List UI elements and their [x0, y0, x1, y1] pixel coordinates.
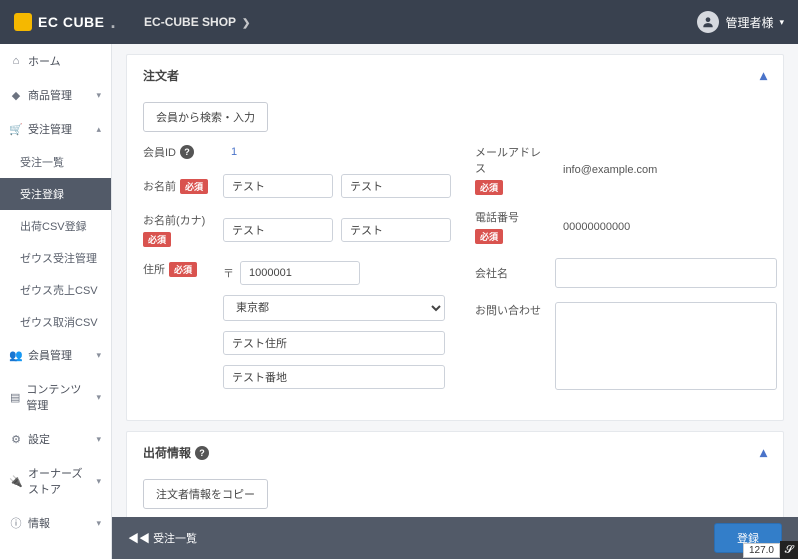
chevron-down-icon: ▾ — [96, 392, 101, 403]
double-chevron-left-icon: ◀◀ — [128, 533, 150, 545]
required-badge: 必須 — [475, 229, 503, 244]
required-badge: 必須 — [180, 179, 208, 194]
sidebar-item-ownerstore[interactable]: 🔌 オーナーズストア ▾ — [0, 456, 111, 506]
label-company: 会社名 — [475, 265, 547, 281]
panel-shipping-header: 出荷情報 ? ▴ — [127, 432, 783, 473]
main-content: 注文者 ▴ 会員から検索・入力 会員ID ? 1 — [112, 44, 798, 559]
zip-input[interactable] — [240, 261, 360, 285]
email-value: info@example.com — [555, 164, 657, 176]
label-address: 住所 必須 — [143, 261, 215, 277]
chevron-down-icon: ▾ — [96, 476, 101, 487]
sidebar-item-members[interactable]: 👥 会員管理 ▾ — [0, 338, 111, 372]
debug-toolbar[interactable]: 127.0 𝓢 — [743, 541, 798, 559]
sidebar-item-content[interactable]: ▤ コンテンツ管理 ▾ — [0, 372, 111, 422]
sidebar-item-info[interactable]: ⓘ 情報 ▾ — [0, 506, 111, 540]
info-icon: ⓘ — [10, 515, 22, 531]
shop-name-link[interactable]: EC-CUBE SHOP❯ — [144, 15, 250, 29]
panel-orderer: 注文者 ▴ 会員から検索・入力 会員ID ? 1 — [126, 54, 784, 421]
plug-icon: 🔌 — [10, 475, 22, 488]
addr1-input[interactable] — [223, 331, 445, 355]
doc-icon: ▤ — [10, 391, 20, 404]
sidebar-sub-order-register[interactable]: 受注登録 — [0, 178, 111, 210]
addr2-input[interactable] — [223, 365, 445, 389]
sidebar-item-home[interactable]: ⌂ ホーム — [0, 44, 111, 78]
orderer-left-col: 会員ID ? 1 お名前 必須 — [143, 144, 451, 404]
collapse-icon[interactable]: ▴ — [760, 67, 767, 84]
prefecture-select[interactable]: 東京都 — [223, 295, 445, 321]
tag-icon: ◆ — [10, 89, 22, 102]
symfony-icon: 𝓢 — [780, 541, 798, 559]
cart-icon: 🛒 — [10, 123, 22, 136]
company-input[interactable] — [555, 258, 777, 288]
label-phone: 電話番号 必須 — [475, 209, 547, 244]
gear-icon: ⚙ — [10, 433, 22, 446]
sidebar: ⌂ ホーム ◆ 商品管理 ▾ 🛒 受注管理 ▴ 受注一覧 受注登録 出荷CSV登… — [0, 44, 112, 559]
kana-mei-input[interactable] — [341, 218, 451, 242]
sidebar-item-settings[interactable]: ⚙ 設定 ▾ — [0, 422, 111, 456]
bottom-action-bar: ◀◀ 受注一覧 登録 — [112, 517, 798, 559]
panel-orderer-header: 注文者 ▴ — [127, 55, 783, 96]
copy-orderer-button[interactable]: 注文者情報をコピー — [143, 479, 268, 509]
required-badge: 必須 — [143, 232, 171, 247]
chevron-down-icon: ▾ — [96, 350, 101, 361]
label-member-id: 会員ID ? — [143, 144, 215, 160]
name-mei-input[interactable] — [341, 174, 451, 198]
label-email: メールアドレス 必須 — [475, 144, 547, 195]
member-id-link[interactable]: 1 — [223, 146, 237, 158]
logo-text: EC CUBE — [38, 14, 105, 30]
back-to-order-list[interactable]: ◀◀ 受注一覧 — [128, 530, 197, 546]
label-kana: お名前(カナ) 必須 — [143, 212, 215, 247]
debug-value: 127.0 — [743, 543, 780, 558]
orderer-right-col: メールアドレス 必須 info@example.com 電話番号 必須 0000… — [475, 144, 777, 404]
chevron-down-icon: ▾ — [779, 17, 784, 28]
user-menu[interactable]: 管理者様 ▾ — [697, 11, 784, 33]
logo[interactable]: EC CUBE. — [14, 12, 116, 33]
name-sei-input[interactable] — [223, 174, 333, 198]
label-inquiry: お問い合わせ — [475, 302, 547, 318]
inquiry-textarea[interactable] — [555, 302, 777, 390]
sidebar-item-orders[interactable]: 🛒 受注管理 ▴ — [0, 112, 111, 146]
chevron-down-icon: ▾ — [96, 434, 101, 445]
chevron-down-icon: ▾ — [96, 90, 101, 101]
zip-prefix: 〒 — [223, 265, 236, 281]
home-icon: ⌂ — [10, 55, 22, 67]
user-label: 管理者様 — [725, 14, 773, 31]
sidebar-sub-order-list[interactable]: 受注一覧 — [0, 146, 111, 178]
panel-shipping-title: 出荷情報 — [143, 444, 191, 461]
top-header: EC CUBE. EC-CUBE SHOP❯ 管理者様 ▾ — [0, 0, 798, 44]
help-icon[interactable]: ? — [180, 145, 194, 159]
help-icon[interactable]: ? — [195, 446, 209, 460]
chevron-down-icon: ▾ — [96, 518, 101, 529]
panel-orderer-title: 注文者 — [143, 67, 179, 84]
phone-value: 00000000000 — [555, 221, 630, 233]
sidebar-item-products[interactable]: ◆ 商品管理 ▾ — [0, 78, 111, 112]
sidebar-sub-zeus-sales-csv[interactable]: ゼウス売上CSV — [0, 274, 111, 306]
kana-sei-input[interactable] — [223, 218, 333, 242]
users-icon: 👥 — [10, 349, 22, 362]
required-badge: 必須 — [475, 180, 503, 195]
collapse-icon[interactable]: ▴ — [760, 444, 767, 461]
label-name: お名前 必須 — [143, 178, 215, 194]
chevron-right-icon: ❯ — [242, 18, 250, 29]
sidebar-sub-zeus-cancel-csv[interactable]: ゼウス取消CSV — [0, 306, 111, 338]
cube-icon — [14, 13, 32, 31]
avatar-icon — [697, 11, 719, 33]
search-member-button[interactable]: 会員から検索・入力 — [143, 102, 268, 132]
required-badge: 必須 — [169, 262, 197, 277]
sidebar-sub-shipping-csv[interactable]: 出荷CSV登録 — [0, 210, 111, 242]
chevron-up-icon: ▴ — [96, 124, 101, 135]
sidebar-sub-zeus-orders[interactable]: ゼウス受注管理 — [0, 242, 111, 274]
